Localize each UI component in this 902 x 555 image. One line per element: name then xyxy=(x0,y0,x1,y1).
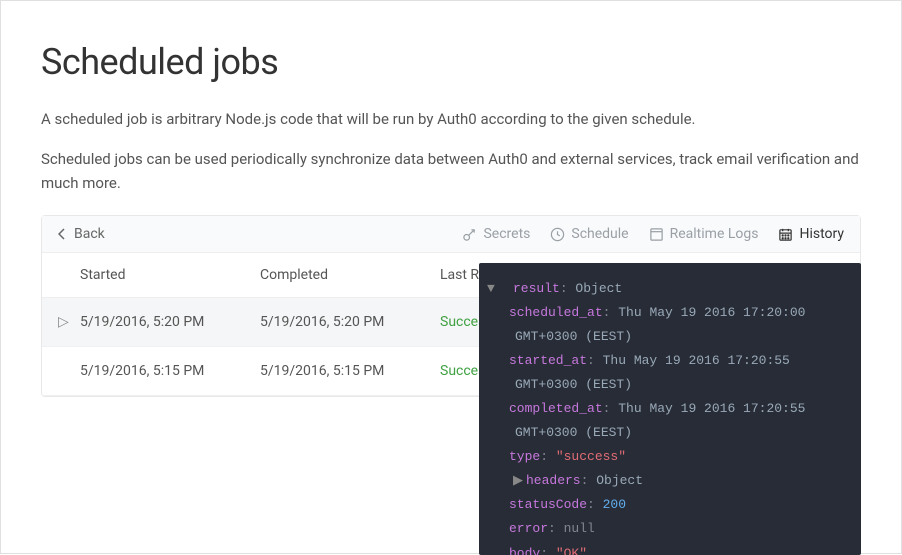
json-key: result xyxy=(513,281,560,296)
intro-text-1: A scheduled job is arbitrary Node.js cod… xyxy=(41,107,861,131)
json-value: 200 xyxy=(603,497,626,512)
tab-history[interactable]: History xyxy=(778,226,844,242)
json-key: completed_at xyxy=(509,401,603,416)
json-value: Object xyxy=(596,473,643,488)
tab-realtime-logs-label: Realtime Logs xyxy=(670,226,759,242)
json-value: Object xyxy=(575,281,622,296)
tab-secrets[interactable]: Secrets xyxy=(462,226,530,242)
tab-schedule-label: Schedule xyxy=(571,226,628,242)
key-icon xyxy=(462,227,477,242)
json-key: scheduled_at xyxy=(509,305,603,320)
result-detail-popover: ▼result: Object scheduled_at: Thu May 19… xyxy=(479,263,861,555)
cell-completed: 5/19/2016, 5:20 PM xyxy=(260,314,440,330)
cell-started: 5/19/2016, 5:15 PM xyxy=(80,363,260,379)
json-key: headers xyxy=(526,473,581,488)
logs-icon xyxy=(649,227,664,242)
intro-text-2: Scheduled jobs can be used periodically … xyxy=(41,147,861,195)
cell-started: 5/19/2016, 5:20 PM xyxy=(80,314,260,330)
tab-secrets-label: Secrets xyxy=(483,226,530,242)
col-completed: Completed xyxy=(260,267,440,283)
json-key: type xyxy=(509,449,540,464)
back-label: Back xyxy=(74,226,105,242)
calendar-icon xyxy=(778,227,793,242)
page-title: Scheduled jobs xyxy=(41,41,861,83)
json-key: started_at xyxy=(509,353,587,368)
back-button[interactable]: Back xyxy=(58,226,105,242)
json-value: null xyxy=(564,521,595,536)
col-started: Started xyxy=(80,267,260,283)
json-key: statusCode xyxy=(509,497,587,512)
clock-icon xyxy=(550,227,565,242)
cell-completed: 5/19/2016, 5:15 PM xyxy=(260,363,440,379)
triangle-down-icon[interactable]: ▼ xyxy=(501,277,513,301)
json-key: error xyxy=(509,521,548,536)
tab-schedule[interactable]: Schedule xyxy=(550,226,628,242)
expand-toggle-icon[interactable]: ▷ xyxy=(58,314,76,330)
tab-history-label: History xyxy=(799,226,844,242)
triangle-right-icon[interactable]: ▶ xyxy=(514,469,526,493)
chevron-left-icon xyxy=(58,228,66,240)
tab-realtime-logs[interactable]: Realtime Logs xyxy=(649,226,759,242)
json-value: "success" xyxy=(556,449,626,464)
